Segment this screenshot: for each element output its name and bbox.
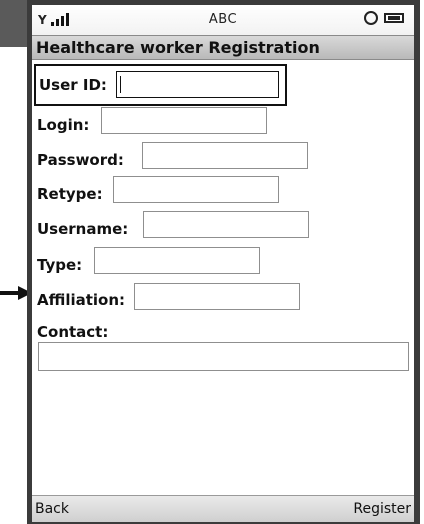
retype-label: Retype: (37, 185, 103, 203)
status-bar: Y ABC (32, 5, 414, 35)
password-label: Password: (37, 151, 124, 169)
status-icons (364, 11, 404, 25)
user-id-field[interactable] (116, 71, 279, 98)
username-field[interactable] (143, 211, 309, 238)
affiliation-label: Affiliation: (37, 291, 126, 309)
background-block (0, 0, 27, 47)
login-label: Login: (37, 116, 90, 134)
page-title: Healthcare worker Registration (32, 35, 414, 60)
contact-label: Contact: (37, 323, 109, 341)
carrier-label: ABC (208, 12, 238, 27)
register-button[interactable]: Register (353, 501, 411, 517)
gear-icon (364, 11, 378, 25)
contact-field[interactable] (38, 342, 409, 371)
phone-screen: Y ABC Healthcare worker Registration Use… (32, 5, 414, 522)
login-field[interactable] (101, 107, 267, 134)
affiliation-field[interactable] (134, 283, 300, 310)
text-caret (120, 76, 121, 93)
softkey-bar: Back Register (32, 495, 414, 522)
battery-icon (384, 13, 404, 23)
retype-field[interactable] (113, 176, 279, 203)
user-id-label: User ID: (39, 76, 107, 94)
password-field[interactable] (142, 142, 308, 169)
username-label: Username: (37, 220, 129, 238)
type-field[interactable] (94, 247, 260, 274)
user-id-row[interactable]: User ID: (34, 64, 287, 106)
back-button[interactable]: Back (35, 501, 69, 517)
type-label: Type: (37, 256, 83, 274)
